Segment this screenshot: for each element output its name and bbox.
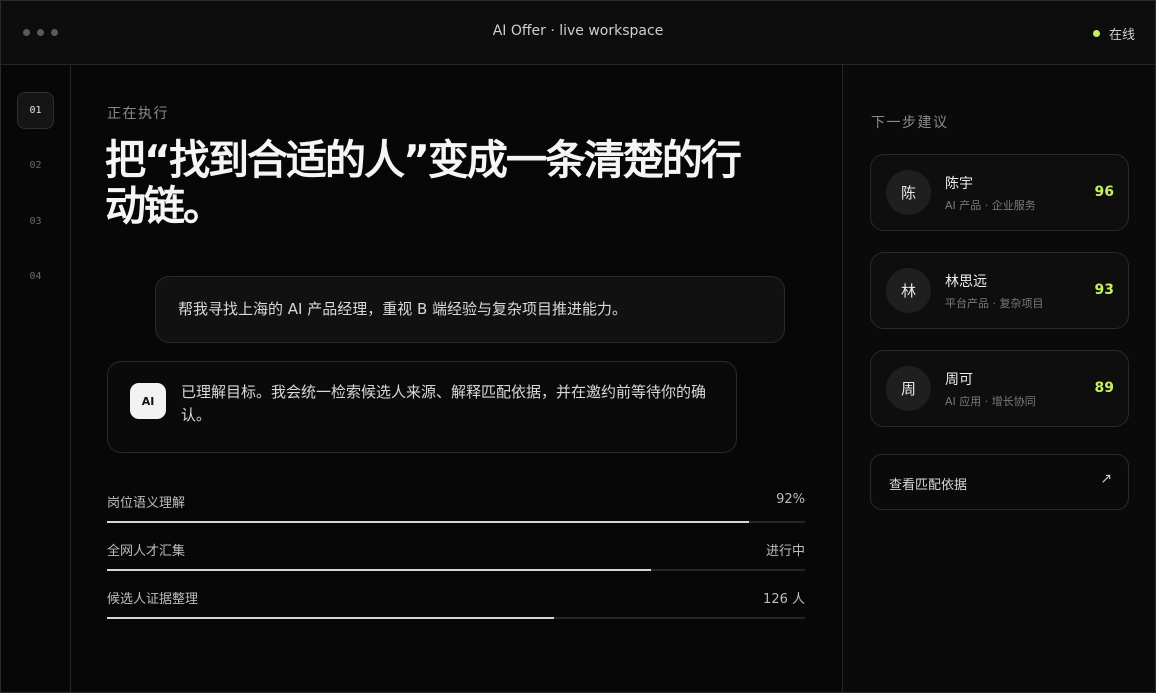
progress-label: 岗位语义理解 <box>107 496 186 511</box>
candidate-name: 周可 <box>945 372 973 388</box>
progress-fill <box>107 569 652 571</box>
step-01[interactable]: 01 <box>17 92 54 129</box>
avatar: 周 <box>886 366 931 411</box>
ai-avatar-icon: AI <box>130 383 166 419</box>
progress-value: 92% <box>776 492 805 507</box>
match-score: 96 <box>1094 184 1114 200</box>
candidate-card[interactable]: 陈 陈宇 AI 产品 · 企业服务 96 <box>870 154 1129 231</box>
avatar: 林 <box>886 268 931 313</box>
progress-fill <box>107 521 750 523</box>
progress-value: 126 人 <box>763 592 805 607</box>
candidate-tags: AI 应用 · 增长协同 <box>945 395 1036 408</box>
title-bar: AI Offer · live workspace 在线 <box>1 1 1155 65</box>
progress-label: 全网人才汇集 <box>107 544 186 559</box>
progress-track <box>107 617 805 619</box>
status-dot-icon <box>1092 30 1100 37</box>
progress-item: 全网人才汇集 进行中 <box>107 540 805 576</box>
progress-label: 候选人证据整理 <box>107 592 199 607</box>
progress-track <box>107 521 805 523</box>
step-04[interactable]: 04 <box>17 258 54 295</box>
main-panel: 正在执行 把“找到合适的人”变成一条清楚的行动链。 帮我寻找上海的 AI 产品经… <box>71 65 842 692</box>
step-03[interactable]: 03 <box>17 203 54 240</box>
ai-message-text: 已理解目标。我会统一检索候选人来源、解释匹配依据，并在邀约前等待你的确认。 <box>181 383 707 424</box>
progress-fill <box>107 617 554 619</box>
section-eyebrow: 正在执行 <box>107 106 169 122</box>
view-evidence-button[interactable]: 查看匹配依据 ↗ <box>870 454 1129 510</box>
view-evidence-label: 查看匹配依据 <box>889 478 968 493</box>
progress-item: 岗位语义理解 92% <box>107 492 805 528</box>
app-window: AI Offer · live workspace 在线 01 02 03 04… <box>0 0 1156 693</box>
arrow-up-right-icon: ↗ <box>1100 471 1112 487</box>
candidate-tags: AI 产品 · 企业服务 <box>945 199 1036 212</box>
candidate-name: 陈宇 <box>945 176 973 192</box>
page-title: 把“找到合适的人”变成一条清楚的行动链。 <box>105 136 742 230</box>
suggestion-panel: 下一步建议 陈 陈宇 AI 产品 · 企业服务 96 林 林思远 平台产品 · … <box>842 65 1155 692</box>
match-score: 89 <box>1094 380 1114 396</box>
match-score: 93 <box>1094 282 1114 298</box>
status-label: 在线 <box>1108 28 1135 43</box>
user-message: 帮我寻找上海的 AI 产品经理，重视 B 端经验与复杂项目推进能力。 <box>155 276 785 343</box>
progress-value: 进行中 <box>765 544 805 559</box>
candidate-card[interactable]: 周 周可 AI 应用 · 增长协同 89 <box>870 350 1129 427</box>
app-title: AI Offer · live workspace <box>492 23 664 39</box>
candidate-tags: 平台产品 · 复杂项目 <box>945 297 1044 310</box>
candidate-card[interactable]: 林 林思远 平台产品 · 复杂项目 93 <box>870 252 1129 329</box>
progress-item: 候选人证据整理 126 人 <box>107 588 805 624</box>
ai-message: AI 已理解目标。我会统一检索候选人来源、解释匹配依据，并在邀约前等待你的确认。 <box>107 361 737 453</box>
candidate-name: 林思远 <box>945 274 987 290</box>
progress-track <box>107 569 805 571</box>
suggestion-title: 下一步建议 <box>871 115 949 131</box>
online-status: 在线 <box>1092 24 1135 43</box>
step-02[interactable]: 02 <box>17 147 54 184</box>
step-rail: 01 02 03 04 <box>1 65 71 692</box>
avatar: 陈 <box>886 170 931 215</box>
